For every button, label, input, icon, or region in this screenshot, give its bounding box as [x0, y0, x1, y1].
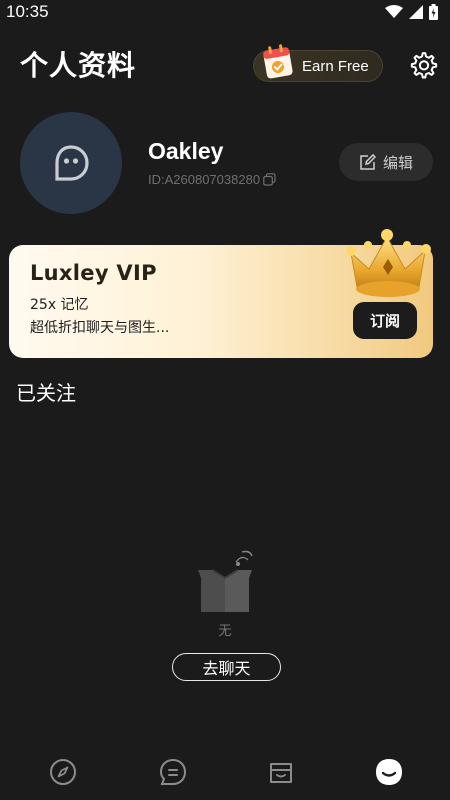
- nav-store[interactable]: [265, 756, 297, 788]
- nav-explore[interactable]: [47, 756, 79, 788]
- status-icons: [385, 4, 438, 20]
- vip-benefit-memory: 25x 记忆: [30, 297, 89, 313]
- bottom-nav: [0, 748, 450, 800]
- earn-free-button[interactable]: Earn Free: [253, 44, 383, 82]
- edit-icon: [360, 153, 376, 170]
- vip-title: Luxley VIP: [30, 261, 157, 285]
- earn-free-label: Earn Free: [302, 58, 369, 75]
- edit-profile-button[interactable]: 编辑: [339, 143, 433, 181]
- edit-label: 编辑: [382, 153, 413, 172]
- user-id: ID:A260807038280: [148, 172, 261, 187]
- status-bar: 10:35: [0, 0, 450, 24]
- wifi-icon: [385, 5, 403, 18]
- page-title: 个人资料: [20, 49, 137, 82]
- empty-state: 无 去聊天: [0, 548, 450, 688]
- nav-profile[interactable]: [373, 756, 405, 788]
- box-icon: [270, 763, 292, 783]
- compass-icon: [50, 759, 76, 785]
- battery-icon: [429, 4, 438, 20]
- avatar[interactable]: [20, 112, 122, 214]
- empty-box-icon: [198, 550, 253, 612]
- empty-label: 无: [218, 624, 232, 639]
- username: Oakley: [148, 138, 224, 164]
- settings-button[interactable]: [409, 50, 439, 80]
- copy-icon[interactable]: [263, 173, 276, 186]
- subscribe-button[interactable]: 订阅: [353, 302, 417, 339]
- profile-section: Oakley ID:A260807038280 编辑: [0, 112, 450, 214]
- chat-face-icon: [55, 145, 89, 181]
- gear-icon: [410, 52, 438, 79]
- user-id-row: ID:A260807038280: [148, 172, 276, 187]
- calendar-check-icon: [263, 44, 293, 79]
- nav-messages[interactable]: [157, 756, 189, 788]
- go-chat-button[interactable]: 去聊天: [172, 653, 281, 681]
- status-time: 10:35: [6, 2, 49, 21]
- vip-card[interactable]: Luxley VIP 25x 记忆 超低折扣聊天与图生... 订阅: [9, 229, 433, 358]
- message-icon: [159, 758, 187, 785]
- profile-face-icon: [376, 759, 402, 785]
- signal-icon: [409, 5, 423, 19]
- vip-benefit-discount: 超低折扣聊天与图生...: [30, 320, 170, 336]
- crown-icon: [346, 229, 431, 297]
- following-title: 已关注: [16, 381, 76, 405]
- header: 个人资料 Earn Free: [0, 36, 450, 90]
